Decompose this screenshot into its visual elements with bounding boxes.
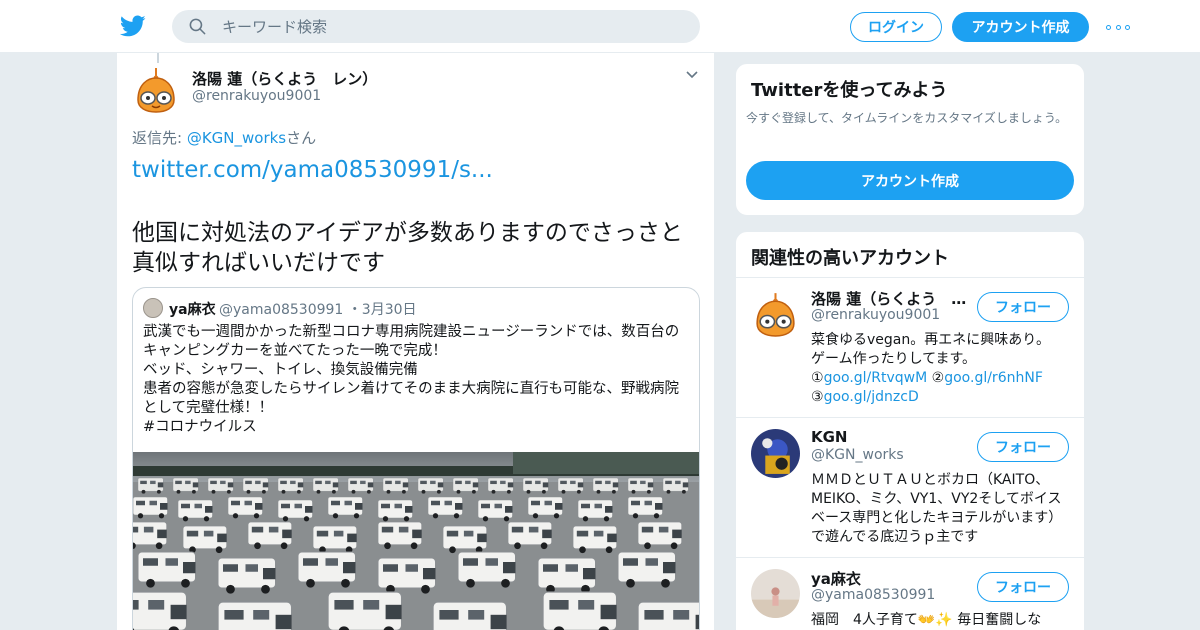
account-avatar[interactable] [751,289,800,338]
account-avatar[interactable] [751,429,800,478]
quoted-author-avatar [143,298,163,318]
thread-line [157,53,159,63]
bio-link[interactable]: goo.gl/r6nhNF [944,370,1043,386]
account-bio: ＭＭＤとＵＴＡＵとボカロ（KAITO、MEIKO、ミク、VY1、VY2そしてボイ… [811,472,1063,545]
bio-text: ③ [811,389,824,405]
account-name[interactable]: KGN [811,428,848,446]
login-button[interactable]: ログイン [850,12,942,42]
quoted-text-line: ベッド、シャワー、トイレ、換気設備完備 [143,362,418,378]
quoted-tweet[interactable]: ya麻衣 @yama08530991 ・3月30日 武漢でも一週間かかった新型コ… [132,287,700,630]
bio-text: ① [811,370,824,386]
account-name[interactable]: ya麻衣 [811,568,861,589]
chevron-down-icon[interactable] [685,70,699,80]
bio-link[interactable]: goo.gl/jdnzcD [824,389,919,405]
twitter-logo-icon[interactable] [120,13,146,39]
account-handle[interactable]: @KGN_works [811,447,904,463]
reply-prefix: 返信先: [132,129,187,147]
quoted-text-line: 患者の容態が急変したらサイレン着けてそのまま大病院に直行も可能な、野戦病院として… [143,381,680,416]
author-avatar[interactable] [132,66,180,114]
quoted-author-handle: @yama08530991 [219,302,344,318]
related-accounts-title: 関連性の高いアカウント [751,248,949,269]
reply-handle-link[interactable]: @KGN_works [187,129,286,147]
bio-line: ①goo.gl/RtvqwM ②goo.gl/r6nhNF [811,369,1073,388]
signup-card-title: Twitterを使ってみよう [751,80,948,101]
campervan-photo[interactable] [133,452,700,630]
author-name[interactable]: 洛陽 蓮（らくよう レン） [192,68,377,89]
search-box [172,10,700,43]
quoted-author-meta: @yama08530991 ・3月30日 [219,299,417,319]
bio-line: ゲーム作ったりしてます。 [811,351,977,367]
quoted-date: ・3月30日 [347,302,417,318]
related-account-item[interactable]: KGN @KGN_works フォロー ＭＭＤとＵＴＡＵとボカロ（KAITO、M… [736,418,1084,558]
related-account-item[interactable]: ya麻衣 @yama08530991 フォロー 福岡 4人子育て👐✨ 毎日奮闘し… [736,558,1084,630]
bio-link[interactable]: goo.gl/RtvqwM [824,370,928,386]
author-handle[interactable]: @renrakuyou9001 [192,88,321,104]
account-bio: 福岡 4人子育て👐✨ 毎日奮闘しな [811,612,1042,628]
search-icon [189,18,206,35]
signup-button[interactable]: アカウント作成 [952,12,1089,42]
follow-button[interactable]: フォロー [977,292,1069,322]
account-avatar[interactable] [751,569,800,618]
top-bar: ログイン アカウント作成 [0,0,1200,53]
quoted-text-line: #コロナウイルス [143,419,257,435]
search-input[interactable] [222,10,682,43]
account-handle[interactable]: @yama08530991 [811,587,935,603]
follow-button[interactable]: フォロー [977,432,1069,462]
related-accounts-card: 関連性の高いアカウント 洛陽 蓮（らくよう … @renrakuyou9001 … [735,231,1085,630]
account-handle[interactable]: @renrakuyou9001 [811,307,940,323]
tweet-text: 他国に対処法のアイデアが多数ありますのでさっさと真似すればいいだけです [132,220,683,276]
reply-suffix: さん [286,129,317,147]
bio-line: 菜食ゆるvegan。再エネに興味あり。 [811,332,1050,348]
account-name[interactable]: 洛陽 蓮（らくよう … [811,288,966,309]
account-bio: 菜食ゆるvegan。再エネに興味あり。 ゲーム作ったりしてます。 ①goo.gl… [811,331,1073,407]
tweet-url-link[interactable]: twitter.com/yama08530991/s... [132,157,493,183]
bio-line: ③goo.gl/jdnzcD [811,388,1073,407]
tweet-detail: 洛陽 蓮（らくよう レン） @renrakuyou9001 返信先: @KGN_… [116,53,715,630]
create-account-button[interactable]: アカウント作成 [746,161,1074,200]
more-options-icon[interactable] [1106,17,1130,37]
signup-card: Twitterを使ってみよう 今すぐ登録して、タイムラインをカスタマイズしましょ… [735,63,1085,216]
quoted-text-line: 武漢でも一週間かかった新型コロナ専用病院建設ニュージーランドでは、数百台のキャン… [143,324,680,359]
quoted-author-name: ya麻衣 [169,302,216,318]
quoted-text: 武漢でも一週間かかった新型コロナ専用病院建設ニュージーランドでは、数百台のキャン… [143,323,691,437]
bio-text: ② [927,370,945,386]
follow-button[interactable]: フォロー [977,572,1069,602]
related-account-item[interactable]: 洛陽 蓮（らくよう … @renrakuyou9001 フォロー 菜食ゆるveg… [736,278,1084,418]
signup-card-description: 今すぐ登録して、タイムラインをカスタマイズしましょう。 [746,111,1068,125]
reply-to: 返信先: @KGN_worksさん [132,127,316,148]
